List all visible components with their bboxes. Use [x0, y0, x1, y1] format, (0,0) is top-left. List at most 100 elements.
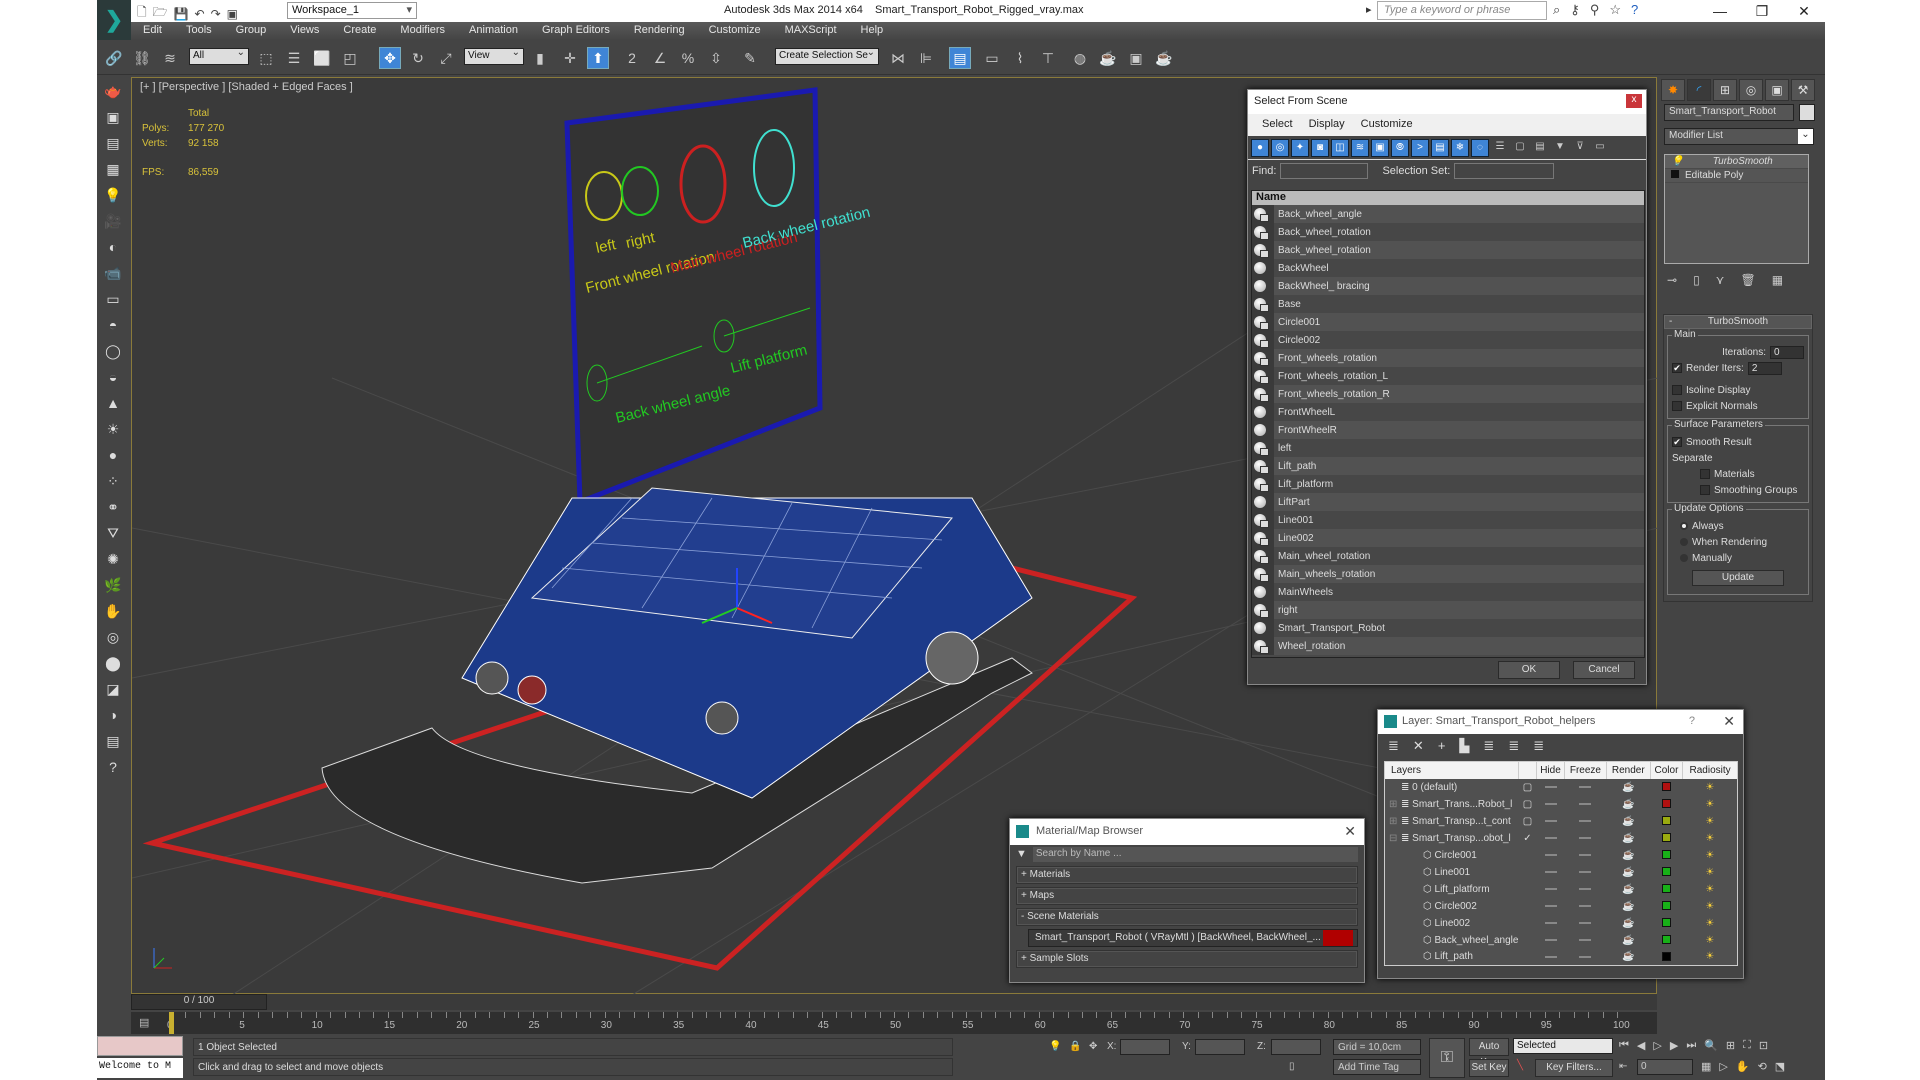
snaps-toggle-icon[interactable]: 2: [621, 47, 643, 69]
scene-material-item[interactable]: Smart_Transport_Robot ( VRayMtl ) [BackW…: [1028, 929, 1358, 947]
zoom-extents-all-icon[interactable]: ⊡: [1759, 1039, 1768, 1052]
menu-maxscript[interactable]: MAXScript: [773, 22, 849, 40]
filter-icon[interactable]: ▼: [1551, 139, 1569, 157]
scene-object-row[interactable]: Smart_Transport_Robot: [1252, 619, 1644, 637]
dialog-titlebar[interactable]: Layer: Smart_Transport_Robot_helpers? ✕: [1378, 710, 1743, 734]
freeze-all-layers-icon[interactable]: ≣: [1533, 738, 1544, 754]
layer-color-swatch[interactable]: [1650, 915, 1682, 932]
keyboard-shortcut-override-icon[interactable]: ⬆: [587, 47, 609, 69]
open-file-icon[interactable]: 🗁: [153, 3, 168, 24]
scene-object-row[interactable]: Circle002: [1252, 331, 1644, 349]
metaball-icon[interactable]: ⚭: [101, 496, 125, 518]
freeze-toggle[interactable]: [1565, 898, 1607, 915]
materials-section[interactable]: + Materials: [1016, 866, 1358, 884]
maximize-viewport-icon[interactable]: ⬔: [1775, 1060, 1785, 1073]
star-icon[interactable]: ☆: [1609, 2, 1621, 18]
layer-color-swatch[interactable]: [1650, 830, 1682, 847]
curve-editor-icon[interactable]: ⌇: [1009, 47, 1031, 69]
select-invert-icon[interactable]: ▤: [1531, 139, 1549, 157]
next-frame-icon[interactable]: ▶: [1670, 1039, 1678, 1052]
close-button[interactable]: ✕: [1783, 0, 1825, 22]
display-tab-icon[interactable]: ▣: [1765, 79, 1789, 101]
layer-color-swatch[interactable]: [1650, 796, 1682, 813]
radiosity-icon[interactable]: ☀: [1683, 915, 1738, 932]
layer-color-swatch[interactable]: [1650, 864, 1682, 881]
freeze-toggle[interactable]: [1565, 915, 1607, 932]
spot-light-icon[interactable]: ▲: [101, 392, 125, 414]
radiosity-icon[interactable]: ☀: [1683, 898, 1738, 915]
add-time-tag-button[interactable]: Add Time Tag: [1333, 1059, 1421, 1075]
pan-view-icon[interactable]: ✋: [1736, 1060, 1750, 1073]
camera-target-icon[interactable]: ◐: [101, 236, 125, 258]
expand-icon[interactable]: ⊞: [1389, 816, 1401, 827]
render-toggle-icon[interactable]: ☕: [1606, 830, 1650, 847]
scene-object-row[interactable]: right: [1252, 601, 1644, 619]
layer-color-swatch[interactable]: [1650, 932, 1682, 949]
layer-name-cell[interactable]: ⬡ Circle001: [1385, 847, 1519, 864]
menu-animation[interactable]: Animation: [457, 22, 530, 40]
layer-row[interactable]: ⊟ ≣ Smart_Transp...obot_l ✓ ☕ ☀: [1385, 830, 1738, 847]
layer-color-swatch[interactable]: [1650, 898, 1682, 915]
lightbulb-icon[interactable]: 💡: [1671, 156, 1683, 167]
layer-manager-icon[interactable]: ▤: [949, 47, 971, 69]
key-mode-toggle-icon[interactable]: ⇤: [1619, 1061, 1627, 1072]
field-of-view-icon[interactable]: ▷: [1719, 1060, 1727, 1073]
menu-graph-editors[interactable]: Graph Editors: [530, 22, 622, 40]
selection-set-dropdown[interactable]: [1454, 163, 1555, 179]
delete-layer-icon[interactable]: ✕: [1413, 738, 1424, 754]
binoculars-icon[interactable]: ⌕: [1553, 2, 1560, 18]
set-key-mode-key-icon[interactable]: ⚿: [1429, 1038, 1465, 1078]
radiosity-icon[interactable]: ☀: [1683, 932, 1738, 949]
lock-selection-icon[interactable]: 🔒: [1069, 1041, 1081, 1052]
maximize-button[interactable]: ❐: [1741, 0, 1783, 22]
key-icon[interactable]: ⚷: [1570, 2, 1580, 18]
camera-red-icon[interactable]: 📹: [101, 262, 125, 284]
render-toggle-icon[interactable]: ☕: [1606, 779, 1650, 796]
save-icon[interactable]: 💾: [174, 7, 189, 21]
x-coordinate-field[interactable]: [1120, 1039, 1170, 1055]
hide-toggle[interactable]: [1536, 881, 1564, 898]
menu-group[interactable]: Group: [224, 22, 279, 40]
radiosity-icon[interactable]: ☀: [1683, 796, 1738, 813]
containers-filter-icon[interactable]: ▤: [1431, 139, 1449, 157]
pivot-center-icon[interactable]: ▮: [529, 47, 551, 69]
menu-help[interactable]: Help: [849, 22, 896, 40]
menu-create[interactable]: Create: [331, 22, 388, 40]
proxy-icon[interactable]: ⁘: [101, 470, 125, 492]
expand-icon[interactable]: ⊞: [1389, 799, 1401, 810]
radiosity-icon[interactable]: ☀: [1683, 830, 1738, 847]
freeze-toggle[interactable]: [1565, 830, 1607, 847]
light-lister-icon[interactable]: 💡: [101, 184, 125, 206]
current-layer-cell[interactable]: [1518, 881, 1536, 898]
hide-column-header[interactable]: Hide: [1536, 761, 1566, 779]
layer-name-cell[interactable]: ⊞ ≣ Smart_Trans...Robot_l: [1385, 796, 1519, 813]
modifier-list-dropdown[interactable]: Modifier List ⌄: [1664, 128, 1814, 145]
geometry-filter-icon[interactable]: ●: [1251, 139, 1269, 157]
menu-rendering[interactable]: Rendering: [622, 22, 697, 40]
scene-object-row[interactable]: Main_wheels_rotation: [1252, 565, 1644, 583]
render-toggle-icon[interactable]: ☕: [1606, 898, 1650, 915]
scene-object-row[interactable]: LiftPart: [1252, 493, 1644, 511]
hide-toggle[interactable]: [1536, 813, 1564, 830]
render-toggle-icon[interactable]: ☕: [1606, 847, 1650, 864]
create-tab-icon[interactable]: ✸: [1661, 79, 1685, 101]
select-object-icon[interactable]: ⬚: [255, 47, 277, 69]
render-iters-checkbox[interactable]: ✔: [1672, 363, 1682, 373]
grid-panel-icon[interactable]: ▦: [101, 158, 125, 180]
scene-object-row[interactable]: FrontWheelR: [1252, 421, 1644, 439]
menu-modifiers[interactable]: Modifiers: [388, 22, 457, 40]
layers-column-header[interactable]: Layers: [1384, 761, 1519, 779]
plane-light-icon[interactable]: ▭: [101, 288, 125, 310]
name-column-header[interactable]: Name: [1252, 191, 1644, 205]
current-layer-cell[interactable]: [1518, 847, 1536, 864]
ies-light-icon[interactable]: ◒: [101, 366, 125, 388]
scene-object-row[interactable]: Line001: [1252, 511, 1644, 529]
scene-object-row[interactable]: Back_wheel_angle: [1252, 205, 1644, 223]
highlight-layer-icon[interactable]: ≣: [1483, 738, 1494, 754]
help-button[interactable]: ?: [1689, 715, 1695, 727]
cameras-filter-icon[interactable]: ◙: [1311, 139, 1329, 157]
scene-object-row[interactable]: Front_wheels_rotation: [1252, 349, 1644, 367]
current-layer-cell[interactable]: ✓: [1518, 830, 1536, 847]
zoom-all-icon[interactable]: ⊞: [1726, 1039, 1735, 1052]
render-iters-spinner[interactable]: 2: [1747, 361, 1782, 375]
